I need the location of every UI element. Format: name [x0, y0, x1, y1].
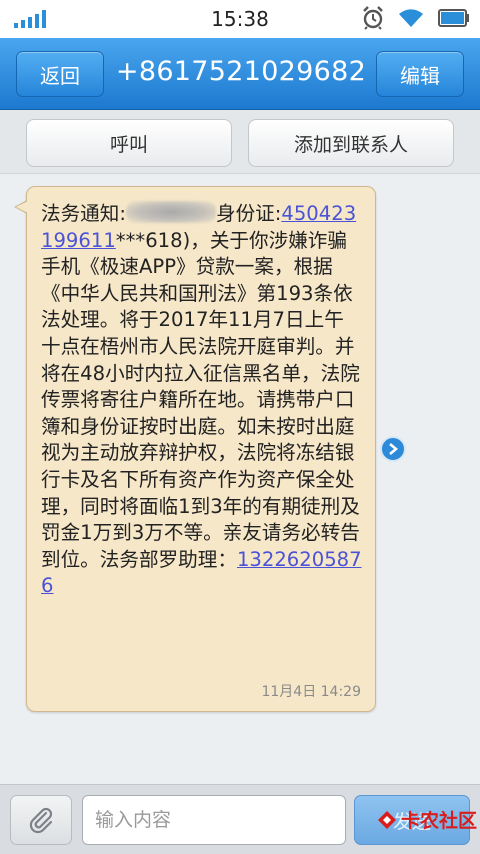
battery-icon [438, 9, 469, 27]
message-text: 法务通知: 身份证:450423199611***618)，关于你涉嫌诈骗手机《极… [41, 201, 363, 600]
watermark-text: 卡农社区 [401, 810, 478, 832]
action-row: 呼叫 添加到联系人 [0, 110, 480, 174]
watermark: 卡农社区 [376, 806, 477, 833]
wifi-icon [399, 9, 423, 27]
watermark-logo-icon [378, 810, 396, 829]
message-timestamp: 11月4日 14:29 [261, 684, 361, 700]
attach-button[interactable] [10, 795, 72, 845]
redacted-name [125, 201, 216, 223]
message-bubble[interactable]: 法务通知: 身份证:450423199611***618)，关于你涉嫌诈骗手机《极… [26, 186, 376, 712]
alarm-icon [363, 6, 383, 30]
page-title: +8617521029682 [115, 56, 367, 87]
chevron-right-icon[interactable] [380, 436, 406, 462]
message-part-3: ***618)，关于你涉嫌诈骗手机《极速APP》贷款一案，根据《中华人民共和国刑… [41, 228, 360, 571]
back-button[interactable]: 返回 [16, 51, 104, 97]
paperclip-icon [29, 807, 53, 834]
message-part-1: 法务通知: [41, 202, 126, 225]
edit-button[interactable]: 编辑 [376, 51, 464, 97]
signal-icon [14, 10, 46, 28]
title-bar: 返回 +8617521029682 编辑 [0, 38, 480, 110]
add-contact-button[interactable]: 添加到联系人 [248, 119, 454, 167]
status-time: 15:38 [211, 7, 269, 31]
call-button[interactable]: 呼叫 [26, 119, 232, 167]
message-part-2: 身份证: [215, 202, 282, 225]
message-input[interactable] [82, 795, 346, 845]
status-bar: 15:38 [0, 0, 480, 38]
bubble-tail-fill [16, 201, 28, 213]
